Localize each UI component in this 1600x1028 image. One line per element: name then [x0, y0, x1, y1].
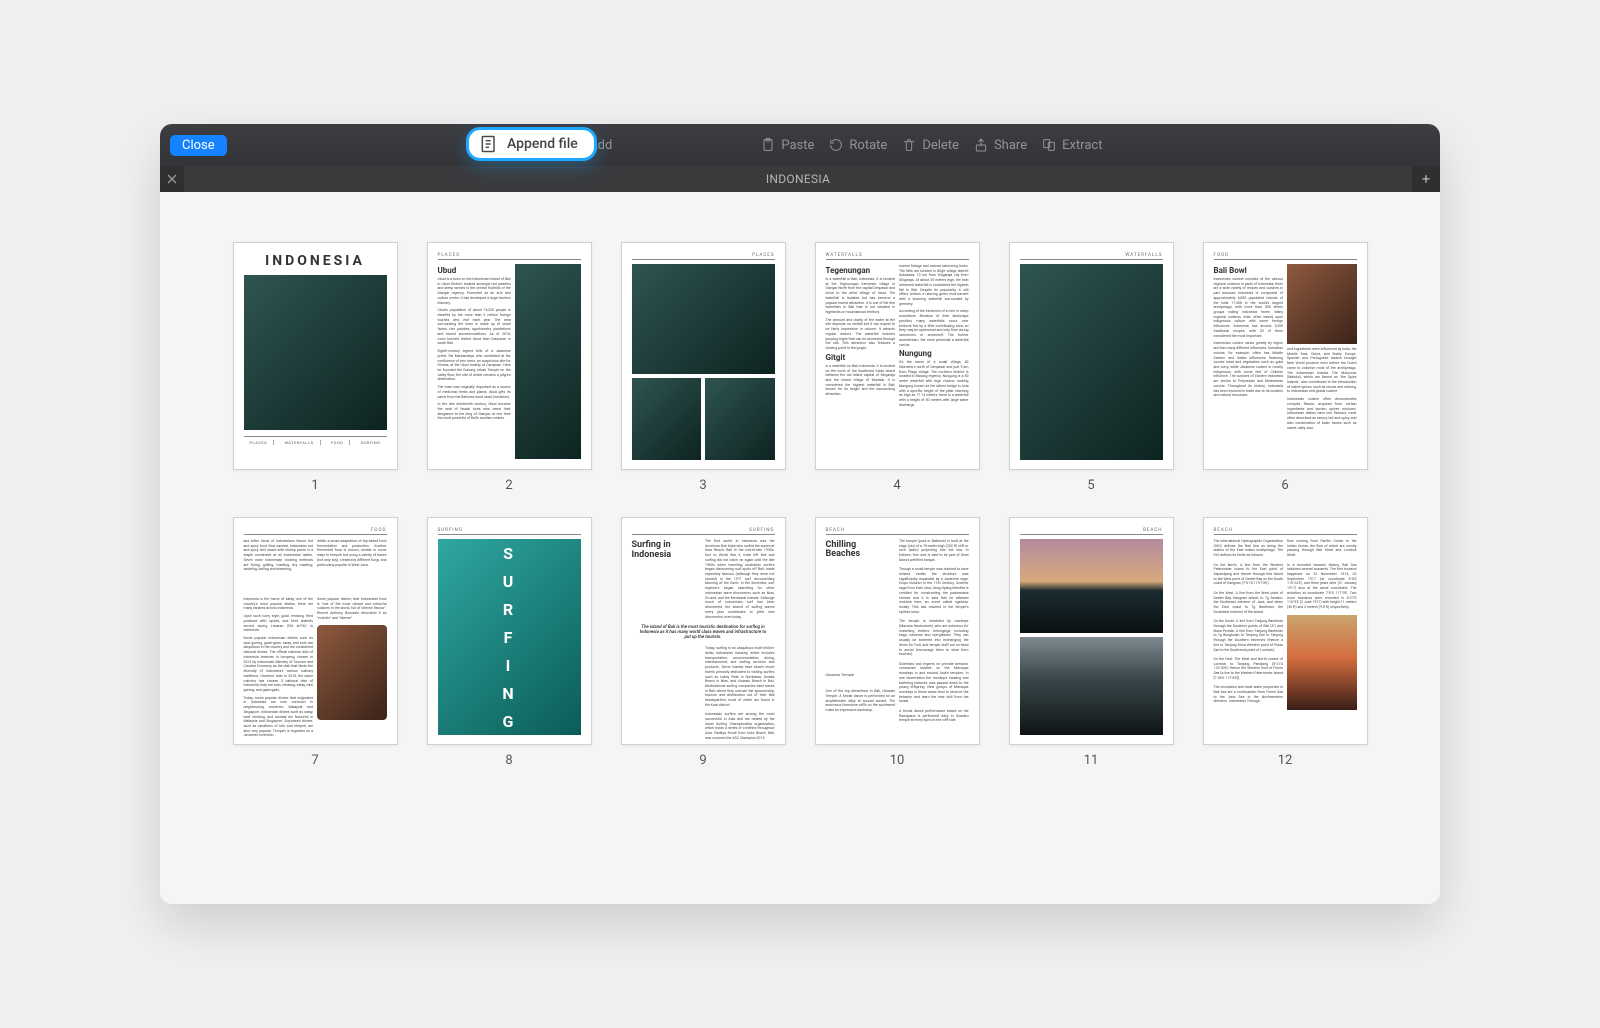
page-number: 1 — [311, 478, 318, 493]
toolbar: Close Add Paste Rotate Delete Sh — [160, 124, 1440, 166]
gallery-image — [705, 378, 775, 460]
page-thumbnail-5[interactable]: WATERFALLS — [1009, 242, 1174, 470]
article-image — [515, 264, 581, 459]
page-number: 6 — [1281, 478, 1288, 493]
thumb-wrap: FOOD Bali Bowl Indonesian cuisine consis… — [1195, 242, 1375, 493]
page-thumbnail-10[interactable]: BEACH ChillingBeaches Uluwatu Temple One… — [815, 517, 980, 745]
page-thumbnail-2[interactable]: PLACES Ubud Ubud is a town on the Indone… — [427, 242, 592, 470]
page-thumbnail-9[interactable]: SURFING Surfing in Indonesia The first s… — [621, 517, 786, 745]
paste-button[interactable]: Paste — [760, 137, 814, 153]
extract-button[interactable]: Extract — [1041, 137, 1102, 153]
page-header: FOOD — [1214, 253, 1357, 260]
page-number: 8 — [505, 753, 512, 768]
food-image — [1287, 264, 1357, 344]
page-header: BEACH — [1020, 528, 1163, 535]
beach-image — [1020, 637, 1163, 735]
gallery-image — [632, 264, 775, 374]
beach-image — [1287, 615, 1357, 710]
page-number: 10 — [890, 753, 905, 768]
new-tab-button[interactable]: + — [1412, 166, 1440, 192]
tab-bar: INDONESIA + — [160, 166, 1440, 192]
surfing-image: SURFING — [438, 539, 581, 735]
page-header: SURFING — [632, 528, 775, 535]
thumb-wrap: PLACES 3 — [613, 242, 793, 493]
thumb-wrap: FOOD and bitter. Most of Indonesians fav… — [225, 517, 405, 768]
paste-label: Paste — [781, 138, 814, 153]
page-header: WATERFALLS — [1020, 253, 1163, 260]
cover-image — [244, 275, 387, 430]
beach-image — [1020, 539, 1163, 633]
page-header: PLACES — [632, 253, 775, 260]
page-number: 12 — [1278, 753, 1293, 768]
tab-close-button[interactable] — [160, 166, 184, 192]
article-title: Ubud — [438, 266, 511, 275]
page-header: FOOD — [244, 528, 387, 535]
page-header: BEACH — [1214, 528, 1357, 535]
page-number: 3 — [699, 478, 706, 493]
trash-icon — [901, 137, 917, 153]
append-file-label: Append file — [507, 136, 578, 152]
thumb-wrap: INDONESIA PLACESWATERFALLSFOODSURFING 1 — [225, 242, 405, 493]
page-number: 7 — [311, 753, 318, 768]
thumb-wrap: SURFING SURFING 8 — [419, 517, 599, 768]
app-window: Close Add Paste Rotate Delete Sh — [160, 124, 1440, 904]
thumb-wrap: PLACES Ubud Ubud is a town on the Indone… — [419, 242, 599, 493]
thumb-wrap: WATERFALLS Tegenungan is a waterfall in … — [807, 242, 987, 493]
page-number: 11 — [1084, 753, 1099, 768]
rotate-label: Rotate — [849, 138, 887, 153]
page-header: WATERFALLS — [826, 253, 969, 260]
surfing-letters: SURFING — [438, 539, 581, 735]
food-image — [317, 625, 387, 720]
share-icon — [973, 137, 989, 153]
tab-indonesia[interactable]: INDONESIA — [184, 166, 1412, 192]
page-thumbnail-1[interactable]: INDONESIA PLACESWATERFALLSFOODSURFING — [233, 242, 398, 470]
append-file-button[interactable]: Append file — [466, 127, 597, 161]
waterfall-image — [1020, 264, 1163, 460]
page-number: 4 — [893, 478, 900, 493]
page-thumbnail-4[interactable]: WATERFALLS Tegenungan is a waterfall in … — [815, 242, 980, 470]
close-icon — [167, 174, 177, 184]
page-header: SURFING — [438, 528, 581, 535]
thumb-wrap: BEACH The International Hydrographic Org… — [1195, 517, 1375, 768]
page-thumbnail-12[interactable]: BEACH The International Hydrographic Org… — [1203, 517, 1368, 745]
share-label: Share — [994, 138, 1027, 153]
thumb-wrap: WATERFALLS 5 — [1001, 242, 1181, 493]
rotate-button[interactable]: Rotate — [828, 137, 887, 153]
page-thumbnail-7[interactable]: FOOD and bitter. Most of Indonesians fav… — [233, 517, 398, 745]
thumbnail-grid: INDONESIA PLACESWATERFALLSFOODSURFING 1 … — [180, 242, 1420, 768]
delete-label: Delete — [922, 138, 959, 153]
rotate-icon — [828, 137, 844, 153]
thumb-wrap: SURFING Surfing in Indonesia The first s… — [613, 517, 793, 768]
page-thumbnail-11[interactable]: BEACH — [1009, 517, 1174, 745]
thumbnail-grid-area: INDONESIA PLACESWATERFALLSFOODSURFING 1 … — [160, 192, 1440, 904]
thumb-wrap: BEACH ChillingBeaches Uluwatu Temple One… — [807, 517, 987, 768]
extract-icon — [1041, 137, 1057, 153]
append-file-icon — [479, 134, 499, 154]
thumb-wrap: BEACH 11 — [1001, 517, 1181, 768]
page-header: PLACES — [438, 253, 581, 260]
close-button[interactable]: Close — [170, 135, 227, 156]
page-number: 9 — [699, 753, 706, 768]
gallery-image — [632, 378, 702, 460]
extract-label: Extract — [1062, 138, 1102, 153]
share-button[interactable]: Share — [973, 137, 1027, 153]
page-thumbnail-3[interactable]: PLACES — [621, 242, 786, 470]
cover-title: INDONESIA — [244, 253, 387, 269]
cover-categories: PLACESWATERFALLSFOODSURFING — [244, 436, 387, 445]
page-thumbnail-8[interactable]: SURFING SURFING — [427, 517, 592, 745]
clipboard-icon — [760, 137, 776, 153]
page-number: 2 — [505, 478, 512, 493]
page-header: BEACH — [826, 528, 969, 535]
page-thumbnail-6[interactable]: FOOD Bali Bowl Indonesian cuisine consis… — [1203, 242, 1368, 470]
delete-button[interactable]: Delete — [901, 137, 959, 153]
page-number: 5 — [1087, 478, 1094, 493]
